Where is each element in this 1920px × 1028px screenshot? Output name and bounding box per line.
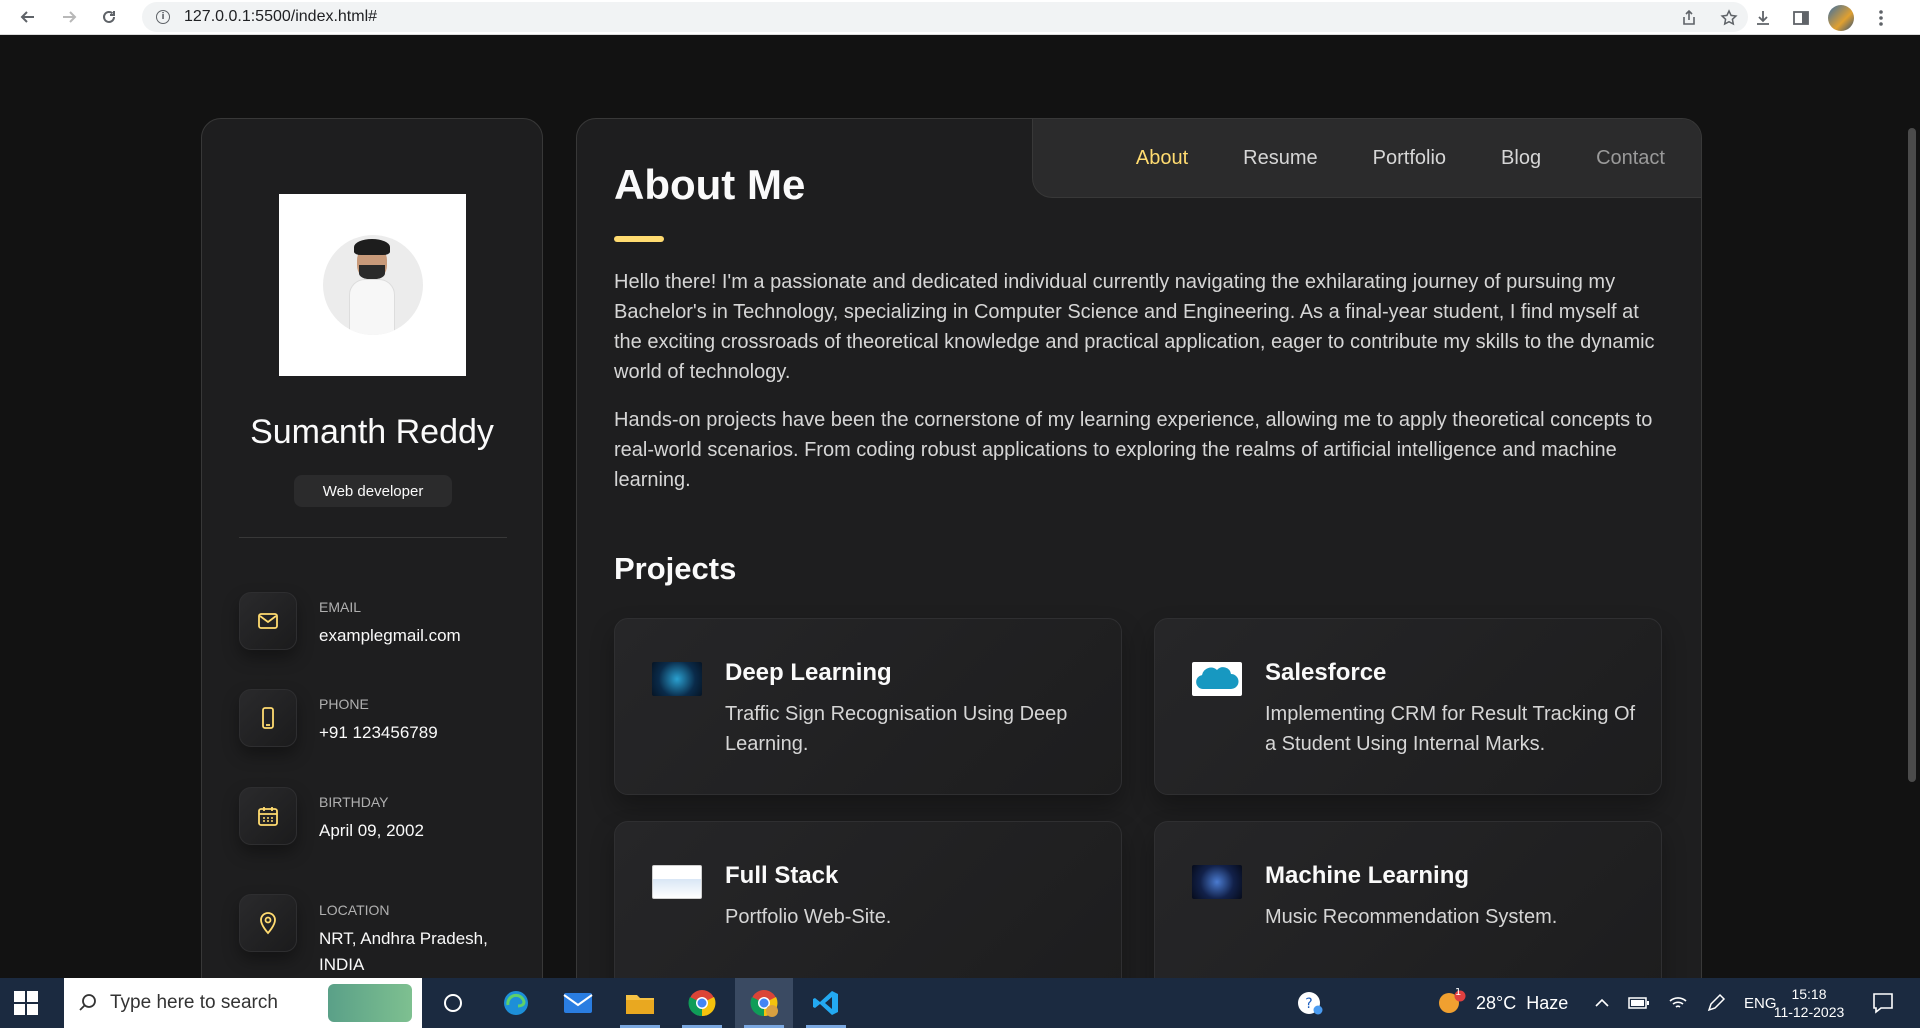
notification-icon[interactable] xyxy=(1872,978,1894,1028)
deep-learning-thumbnail xyxy=(652,662,702,696)
title-underline xyxy=(614,236,664,242)
role-badge: Web developer xyxy=(294,475,452,507)
browser-toolbar: i 127.0.0.1:5500/index.html# xyxy=(0,0,1920,35)
profile-avatar xyxy=(279,194,466,376)
reload-icon[interactable] xyxy=(96,4,122,30)
main-content: About Resume Portfolio Blog Contact Abou… xyxy=(576,118,1702,978)
page-title: About Me xyxy=(614,161,806,208)
forward-arrow-icon[interactable] xyxy=(56,4,82,30)
full-stack-thumbnail xyxy=(652,865,702,899)
back-arrow-icon[interactable] xyxy=(15,4,41,30)
project-description: Music Recommendation System. xyxy=(1265,906,1558,928)
clock-date: 11-12-2023 xyxy=(1773,1004,1845,1020)
system-tray: ENG xyxy=(1594,978,1777,1028)
project-description: Portfolio Web-Site. xyxy=(725,906,892,928)
weather-text: 28°C Haze xyxy=(1476,992,1569,1013)
clock-time: 15:18 xyxy=(1791,986,1827,1002)
project-card[interactable]: Machine Learning Music Recommendation Sy… xyxy=(1154,821,1662,978)
battery-icon[interactable] xyxy=(1628,996,1650,1010)
svg-text:?: ? xyxy=(1305,996,1312,1012)
wifi-icon[interactable] xyxy=(1668,995,1688,1011)
location-pin-icon xyxy=(239,894,297,952)
about-paragraph: Hands-on projects have been the cornerst… xyxy=(614,409,1653,491)
project-card[interactable]: Salesforce Implementing CRM for Result T… xyxy=(1154,618,1662,795)
edge-browser-icon[interactable] xyxy=(487,978,545,1028)
sidebar-divider xyxy=(239,537,507,538)
mail-icon xyxy=(239,592,297,650)
search-placeholder[interactable]: Type here to search xyxy=(110,992,278,1014)
contact-label: LOCATION xyxy=(319,902,390,918)
web-page: Sumanth Reddy Web developer EMAIL exampl… xyxy=(0,36,1920,978)
profile-name: Sumanth Reddy xyxy=(250,413,494,451)
browser-profile-avatar[interactable] xyxy=(1828,4,1854,31)
top-navbar: About Resume Portfolio Blog Contact xyxy=(1032,119,1701,198)
nav-portfolio[interactable]: Portfolio xyxy=(1373,147,1446,170)
url-text[interactable]: 127.0.0.1:5500/index.html# xyxy=(184,8,377,26)
clock[interactable]: 15:18 11-12-2023 xyxy=(1769,978,1849,1028)
weather-alert-count: 1 xyxy=(1455,987,1462,998)
project-title: Salesforce xyxy=(1265,659,1387,686)
contact-label: EMAIL xyxy=(319,599,362,615)
project-description: Implementing CRM for Result Tracking Of … xyxy=(1265,703,1636,755)
bookmark-star-icon[interactable] xyxy=(1720,9,1738,31)
mail-app-icon[interactable] xyxy=(549,978,607,1028)
windows-taskbar: Type here to search ? 1 28°C Haze ENG 15… xyxy=(0,978,1920,1028)
address-bar[interactable]: i 127.0.0.1:5500/index.html# xyxy=(142,2,1748,32)
search-highlight-image xyxy=(328,984,412,1022)
weather-widget[interactable]: 1 28°C Haze xyxy=(1436,978,1568,1028)
calendar-icon xyxy=(239,787,297,845)
project-title: Full Stack xyxy=(725,862,839,889)
birthday-value: April 09, 2002 xyxy=(319,821,424,840)
file-explorer-icon[interactable] xyxy=(611,978,669,1028)
phone-icon xyxy=(239,689,297,747)
site-info-icon[interactable]: i xyxy=(156,10,170,24)
help-icon[interactable]: ? xyxy=(1296,978,1324,1028)
project-card[interactable]: Deep Learning Traffic Sign Recognisation… xyxy=(614,618,1122,795)
phone-link[interactable]: +91 123456789 xyxy=(319,720,529,746)
project-description: Traffic Sign Recognisation Using Deep Le… xyxy=(725,703,1068,755)
vscode-icon[interactable] xyxy=(797,978,855,1028)
project-card[interactable]: Full Stack Portfolio Web-Site. xyxy=(614,821,1122,978)
nav-contact[interactable]: Contact xyxy=(1596,147,1665,170)
download-icon[interactable] xyxy=(1752,7,1774,29)
profile-sidebar: Sumanth Reddy Web developer EMAIL exampl… xyxy=(201,118,543,978)
page-scrollbar[interactable] xyxy=(1908,128,1916,782)
nav-blog[interactable]: Blog xyxy=(1501,147,1541,170)
search-icon xyxy=(79,994,96,1011)
chevron-up-icon[interactable] xyxy=(1594,995,1610,1011)
nav-about[interactable]: About xyxy=(1136,147,1188,170)
salesforce-logo xyxy=(1192,662,1242,696)
taskbar-search[interactable]: Type here to search xyxy=(64,978,422,1028)
cortana-icon[interactable] xyxy=(424,978,482,1028)
contact-label: PHONE xyxy=(319,696,369,712)
pen-icon[interactable] xyxy=(1706,993,1726,1013)
project-title: Machine Learning xyxy=(1265,862,1470,889)
browser-menu-icon[interactable] xyxy=(1870,7,1892,29)
project-title: Deep Learning xyxy=(725,659,892,686)
projects-heading: Projects xyxy=(614,551,737,586)
location-value: NRT, Andhra Pradesh, INDIA xyxy=(319,929,488,974)
share-icon[interactable] xyxy=(1680,9,1698,31)
nav-resume[interactable]: Resume xyxy=(1243,147,1317,170)
about-paragraph: Hello there! I'm a passionate and dedica… xyxy=(614,271,1655,383)
chrome-profile-icon[interactable] xyxy=(735,978,793,1028)
windows-start-icon[interactable] xyxy=(14,991,38,1015)
email-link[interactable]: examplegmail.com xyxy=(319,623,529,649)
side-panel-icon[interactable] xyxy=(1790,7,1812,29)
weather-haze-icon xyxy=(1439,990,1466,1013)
chrome-icon[interactable] xyxy=(673,978,731,1028)
contact-label: BIRTHDAY xyxy=(319,794,389,810)
machine-learning-thumbnail xyxy=(1192,865,1242,899)
